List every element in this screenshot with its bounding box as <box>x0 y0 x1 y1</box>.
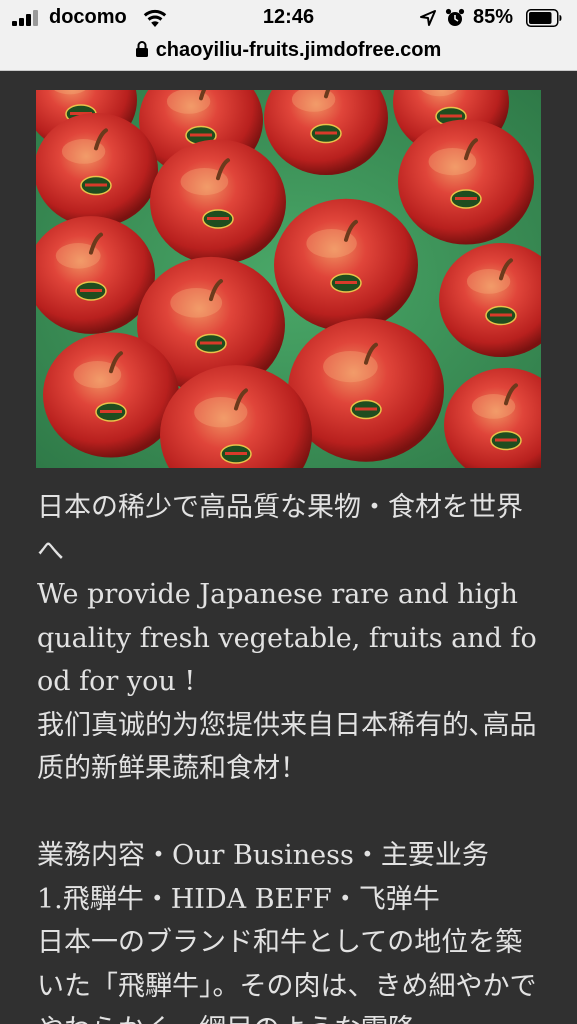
business-heading: 業務内容・Our Business・主要业务 <box>37 840 489 871</box>
apples-image <box>36 90 541 468</box>
business-item-title: 1.飛騨牛・HIDA BEFF・飞弹牛 <box>37 883 440 915</box>
battery-percent: 85% <box>473 6 514 28</box>
main-content: 日本の稀少で高品質な果物・食材を世界へ We provide Japanese … <box>37 486 542 1024</box>
intro-english: We provide Japanese rare and high qualit… <box>37 579 537 697</box>
apple <box>274 198 418 332</box>
browser-chrome: docomo 12:46 85% chaoyiliu-fruits.jimdof… <box>0 0 577 71</box>
battery-icon <box>526 9 562 27</box>
apple <box>398 119 534 245</box>
location-icon <box>420 10 436 26</box>
apple <box>36 112 158 228</box>
lock-icon <box>135 41 148 57</box>
apples-illustration <box>36 90 541 468</box>
status-bar: docomo 12:46 85% <box>0 0 577 36</box>
business-item-description: 日本一のブランド和牛としての地位を築いた「飛騨牛」。その肉は、きめ細やかでやわら… <box>37 927 537 1024</box>
url-text: chaoyiliu-fruits.jimdofree.com <box>155 39 442 61</box>
apple <box>43 332 179 458</box>
apple <box>150 139 286 265</box>
intro-japanese: 日本の稀少で高品質な果物・食材を世界へ <box>37 492 523 567</box>
alarm-icon <box>445 8 465 26</box>
url-bar[interactable]: chaoyiliu-fruits.jimdofree.com <box>0 36 577 64</box>
intro-chinese: 我们真诚的为您提供来自日本稀有的､高品质的新鲜果蔬和食材！ <box>37 709 537 785</box>
